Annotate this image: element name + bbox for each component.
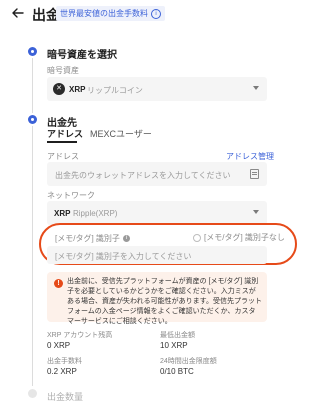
xrp-coin-icon: ✕	[53, 83, 65, 95]
step-3-indicator	[28, 389, 37, 398]
network-symbol: XRP	[54, 209, 71, 218]
chevron-down-icon	[253, 86, 259, 90]
active-tab-indicator	[47, 141, 77, 143]
address-input[interactable]: 出金先のウォレットアドレスを入力してください	[47, 162, 267, 186]
fee-label: 出金手数料	[47, 358, 82, 365]
memo-label: [メモ/タグ] 識別子 i	[55, 233, 130, 244]
address-placeholder: 出金先のウォレットアドレスを入力してください	[55, 171, 231, 180]
tab-address[interactable]: アドレス	[47, 127, 83, 140]
balance-value: 0 XRP	[47, 341, 71, 350]
step-1-indicator	[28, 47, 37, 56]
address-management-link[interactable]: アドレス管理	[226, 151, 292, 162]
crypto-select[interactable]: ✕ XRP リップルコイン	[47, 77, 267, 101]
limit-label: 24時間出金限度額	[160, 358, 217, 365]
warning-icon: !	[54, 279, 63, 288]
crypto-label: 暗号資産	[47, 66, 79, 75]
network-label: ネットワーク	[47, 191, 95, 200]
memo-none-label: [メモ/タグ] 識別子なし	[204, 233, 285, 242]
coin-symbol: XRP	[69, 85, 86, 94]
help-icon[interactable]: i	[122, 235, 130, 242]
tab-mexc-user[interactable]: MEXCユーザー	[90, 127, 152, 140]
fee-value: 0.2 XRP	[47, 367, 77, 376]
page-header: 出金 世界最安値の出金手数料 i	[0, 0, 300, 28]
memo-input[interactable]: [メモ/タグ] 識別子を入力してください	[47, 246, 267, 264]
network-name: Ripple(XRP)	[73, 209, 118, 218]
info-icon: i	[151, 8, 161, 19]
min-withdraw-value: 10 XRP	[160, 341, 188, 350]
network-select[interactable]: XRP Ripple(XRP)	[47, 201, 267, 225]
limit-value: 0/10 BTC	[160, 367, 194, 376]
min-withdraw-label: 最低出金額	[160, 332, 195, 339]
step-connector	[32, 58, 33, 113]
memo-none-option[interactable]: [メモ/タグ] 識別子なし	[193, 232, 285, 243]
memo-label-text: [メモ/タグ] 識別子	[55, 234, 120, 243]
memo-warning-box: ! 出金前に、受信先プラットフォームが資産の [メモ/タグ] 識別子を必要として…	[47, 272, 267, 325]
step-3-title: 出金数量	[47, 392, 84, 402]
step-connector	[32, 126, 33, 386]
back-arrow-icon[interactable]	[11, 6, 25, 20]
fee-badge[interactable]: 世界最安値の出金手数料 i	[56, 6, 165, 21]
warning-text: 出金前に、受信先プラットフォームが資産の [メモ/タグ] 識別子を必要としている…	[67, 278, 262, 325]
coin-name: リップルコイン	[87, 86, 143, 95]
memo-none-radio[interactable]	[193, 233, 201, 242]
step-1-title: 暗号資産を選択	[47, 50, 117, 61]
balance-label: XRP アカウント残高	[47, 332, 113, 339]
step-2-indicator	[28, 115, 37, 124]
fee-badge-label: 世界最安値の出金手数料	[60, 9, 148, 18]
memo-placeholder: [メモ/タグ] 識別子を入力してください	[55, 252, 192, 261]
chevron-down-icon	[253, 210, 259, 214]
address-label: アドレス	[47, 152, 79, 161]
address-book-icon[interactable]	[250, 169, 259, 179]
